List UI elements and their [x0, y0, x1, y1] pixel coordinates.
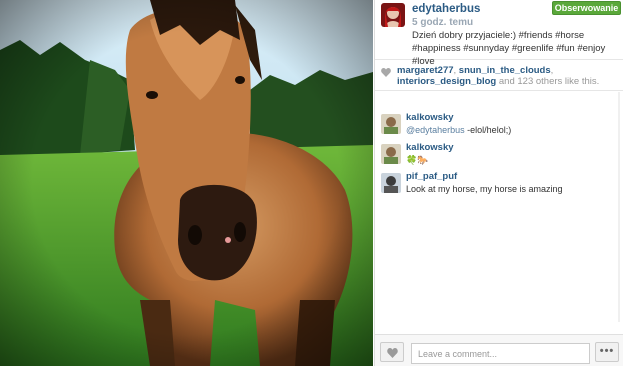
follow-button[interactable]: Obserwowanie [552, 1, 621, 15]
comment-username[interactable]: kalkowsky [406, 142, 454, 153]
post-detail-panel: edytaherbus 5 godz. temu Dzień dobry prz… [374, 0, 623, 366]
more-options-button[interactable]: ••• [595, 342, 619, 362]
like-user-link[interactable]: snun_in_the_clouds [459, 65, 551, 76]
avatar[interactable] [381, 114, 401, 134]
comment-text: @edytaherbus -elol/helol;) [406, 125, 512, 135]
like-user-link[interactable]: interiors_design_blog [397, 76, 496, 87]
comment-input[interactable] [411, 343, 590, 364]
others-count[interactable]: 123 [517, 76, 533, 87]
like-user-link[interactable]: margaret277 [397, 65, 454, 76]
comment-username[interactable]: kalkowsky [406, 112, 454, 123]
horse-photo-image [0, 0, 373, 366]
likes-text: margaret277, snun_in_the_clouds, interior… [397, 65, 600, 87]
avatar[interactable] [381, 3, 405, 27]
more-options-icon: ••• [599, 345, 615, 357]
avatar[interactable] [381, 144, 401, 164]
post-timestamp[interactable]: 5 godz. temu [412, 17, 473, 28]
comment-text: 🍀🐎 [406, 155, 429, 165]
comment-text: Look at my horse, my horse is amazing [406, 184, 563, 194]
post-username[interactable]: edytaherbus [412, 3, 480, 15]
like-button[interactable] [380, 342, 404, 362]
comment-footer: ••• [375, 334, 623, 366]
comment-username[interactable]: pif_paf_puf [406, 171, 457, 182]
heart-icon [381, 68, 391, 77]
heart-icon [387, 348, 398, 358]
comments-scrollbar[interactable] [616, 92, 622, 322]
comment-list: kalkowsky @edytaherbus -elol/helol;) kal… [375, 92, 623, 332]
avatar[interactable] [381, 173, 401, 193]
post-photo[interactable] [0, 0, 373, 366]
likes-summary: margaret277, snun_in_the_clouds, interior… [375, 61, 623, 91]
mention-link[interactable]: @edytaherbus [406, 125, 465, 135]
post-header: edytaherbus 5 godz. temu Dzień dobry prz… [375, 0, 623, 67]
